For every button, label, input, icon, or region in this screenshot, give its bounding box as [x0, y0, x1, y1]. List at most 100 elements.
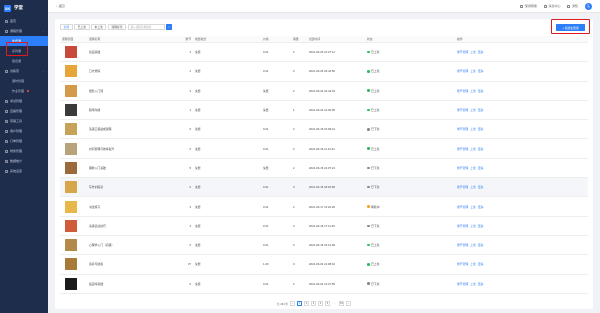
row-action-link[interactable]: 章节管理 — [457, 147, 468, 151]
table-row[interactable]: 演讲表达技巧 4 免费 0.01 0 2021-06-16 17:11:45 已下架 章节管理… — [60, 217, 588, 236]
row-action-link[interactable]: 章节管理 — [457, 224, 468, 228]
sidebar-item[interactable]: 训练营 ⌄ — [0, 66, 48, 76]
sidebar-item[interactable]: 订单管理 — [0, 136, 48, 146]
sidebar-item[interactable]: 财务管理 — [0, 146, 48, 156]
table-row[interactable]: 职场沟通 1 免费 免费 1 2021-06-24 14:30:05 已上架 章节管理 上架 更多 — [60, 101, 588, 121]
row-actions: 章节管理 上架 更多 — [457, 166, 588, 170]
row-action-link[interactable]: 更多 — [478, 185, 484, 189]
table-row[interactable]: 口才修炼 2 免费 0.01 0 2021-06-25 19:44:50 已上架 章节管理 上架… — [60, 62, 588, 82]
pager-page-button[interactable]: 4 — [317, 301, 323, 306]
sidebar-item[interactable]: 组合课 — [0, 56, 48, 66]
search-input[interactable]: 输入课程名称搜索 — [127, 24, 165, 30]
table-row[interactable]: 绘画基础 4 免费 0.01 2 2021-06-25 21:27:11 已上架 章节管理 上架… — [60, 43, 588, 63]
chapter-count: 6 — [189, 146, 191, 151]
table-row[interactable]: 书法练习 3 免费 0.01 2 2021-06-17 12:22:26 审核中 章节管理 上架… — [60, 197, 588, 217]
sidebar-item[interactable]: 课时管理 — [0, 76, 48, 86]
topbar-item[interactable]: 通知 — [567, 4, 578, 8]
row-action-link[interactable]: 更多 — [478, 205, 484, 209]
course-cover-image — [65, 161, 77, 174]
sales-count: 2 — [293, 165, 295, 170]
row-action-link[interactable]: 上架 — [470, 69, 476, 73]
avatar[interactable]: 头 — [585, 2, 592, 10]
row-action-link[interactable]: 上架 — [470, 205, 476, 209]
table-row[interactable]: 理财入门基础 5 免费 免费 2 2021-06-15 21:07:21 已下架 章节管理 上架… — [60, 159, 588, 179]
search-button[interactable]: ⌕ — [166, 24, 173, 30]
row-action-link[interactable]: 上架 — [470, 224, 476, 228]
row-action-link[interactable]: 上架 — [470, 185, 476, 189]
topbar-item[interactable]: 消息中心 — [543, 4, 560, 8]
sidebar-item[interactable]: 营销工具 — [0, 116, 48, 126]
row-action-link[interactable]: 章节管理 — [457, 108, 468, 112]
row-action-link[interactable]: 章节管理 — [457, 127, 468, 131]
row-action-link[interactable]: 章节管理 — [457, 50, 468, 54]
row-action-link[interactable]: 更多 — [478, 69, 484, 73]
row-action-link[interactable]: 上架 — [470, 282, 476, 286]
row-action-link[interactable]: 章节管理 — [457, 69, 468, 73]
status-badge: 已上架 — [367, 50, 455, 54]
row-action-link[interactable]: 更多 — [478, 89, 484, 93]
row-action-link[interactable]: 更多 — [478, 166, 484, 170]
table-row[interactable]: 营养与健康 37 免费 1.00 0 2021-06-04 21:08:10 已上架 章节管理… — [60, 255, 588, 275]
row-action-link[interactable]: 章节管理 — [457, 243, 468, 247]
pager-next-button[interactable]: › — [345, 301, 351, 306]
row-action-link[interactable]: 更多 — [478, 243, 484, 247]
created-time: 2021-06-04 14:27:55 — [309, 281, 335, 286]
row-action-link[interactable]: 上架 — [470, 89, 476, 93]
table-row[interactable]: 时间管理与效率提升 6 免费 0.01 2 2021-06-15 11:12:44 已上架 章… — [60, 139, 588, 159]
course-cover-image — [65, 46, 77, 59]
row-action-link[interactable]: 更多 — [478, 262, 484, 266]
sidebar-item[interactable]: 课程管理 ⌄ — [0, 26, 48, 36]
add-course-button[interactable]: + 新建免费课 — [556, 24, 585, 31]
pager-page-button[interactable]: 2 — [303, 301, 309, 306]
sidebar-item[interactable]: 系统设置 — [0, 166, 48, 176]
topbar-item[interactable]: 使用帮助 — [520, 4, 537, 8]
row-action-link[interactable]: 更多 — [478, 147, 484, 151]
pager-prev-button[interactable]: ‹ — [289, 301, 295, 306]
filter-chip[interactable]: 全部 — [60, 24, 73, 30]
sidebar-item-label: 训练营 — [10, 69, 20, 73]
row-action-link[interactable]: 上架 — [470, 147, 476, 151]
sidebar-item[interactable]: 首页 — [0, 16, 48, 26]
row-action-link[interactable]: 更多 — [478, 108, 484, 112]
row-action-link[interactable]: 上架 — [470, 262, 476, 266]
row-action-link[interactable]: 章节管理 — [457, 205, 468, 209]
course-cover-image — [65, 277, 77, 290]
row-action-link[interactable]: 更多 — [478, 50, 484, 54]
row-action-link[interactable]: 更多 — [478, 282, 484, 286]
sidebar-item[interactable]: 直播管理 — [0, 106, 48, 116]
row-action-link[interactable]: 章节管理 — [457, 262, 468, 266]
row-action-link[interactable]: 章节管理 — [457, 166, 468, 170]
back-button[interactable]: ‹ 返回 — [56, 4, 65, 8]
table-row[interactable]: 摄影入门课 3 免费 免费 2 2021-06-24 16:44:33 已上架 章节管理 上架更… — [60, 82, 588, 101]
ops-cell: 章节管理 上架 更多 — [455, 262, 588, 266]
row-action-link[interactable]: 上架 — [470, 243, 476, 247]
table-row[interactable]: 心理学入门（初级） 6 免费 0.01 0 2021-06-16 15:13:48 已上架 章… — [60, 236, 588, 256]
pager-page-button[interactable]: 53 — [338, 301, 344, 306]
row-action-link[interactable]: 上架 — [470, 108, 476, 112]
pager-page-button[interactable]: 1 — [296, 301, 302, 306]
row-action-link[interactable]: 上架 — [470, 50, 476, 54]
table-row[interactable]: 插画零基础 6 免费 0.01 2 2021-06-04 14:27:55 已下架 章节管理上… — [60, 275, 588, 294]
pager-page-button[interactable]: 3 — [310, 301, 316, 306]
sidebar-item[interactable]: 作业管理 — [0, 86, 48, 96]
row-action-link[interactable]: 更多 — [478, 127, 484, 131]
sidebar-item[interactable]: 考试管理 — [0, 96, 48, 106]
row-action-link[interactable]: 章节管理 — [457, 185, 468, 189]
sales-count: 0 — [293, 262, 295, 267]
menu-icon — [5, 69, 8, 73]
table-row[interactable]: 写作训练营 6 免费 0.01 3 2021-06-15 18:18:06 已下架 章节管理上… — [60, 178, 588, 198]
brand[interactable]: XK 学堂 — [0, 0, 48, 16]
filter-chip[interactable]: 未上架 — [91, 24, 107, 30]
filter-chip[interactable]: 课程标签 — [107, 24, 127, 30]
table-row[interactable]: 英语口语速成课程 6 免费 0.01 2 2021-06-15 10:09:12 已下架 章节… — [60, 120, 588, 140]
pager-page-button[interactable]: 5 — [324, 301, 330, 306]
status-label: 已上架 — [371, 50, 380, 55]
sidebar-item[interactable]: 数据统计 — [0, 156, 48, 166]
sidebar-item[interactable]: 用户管理 — [0, 126, 48, 136]
filter-chip[interactable]: 已上架 — [74, 24, 90, 30]
row-action-link[interactable]: 章节管理 — [457, 89, 468, 93]
row-action-link[interactable]: 更多 — [478, 224, 484, 228]
row-action-link[interactable]: 上架 — [470, 166, 476, 170]
row-action-link[interactable]: 章节管理 — [457, 282, 468, 286]
row-action-link[interactable]: 上架 — [470, 127, 476, 131]
